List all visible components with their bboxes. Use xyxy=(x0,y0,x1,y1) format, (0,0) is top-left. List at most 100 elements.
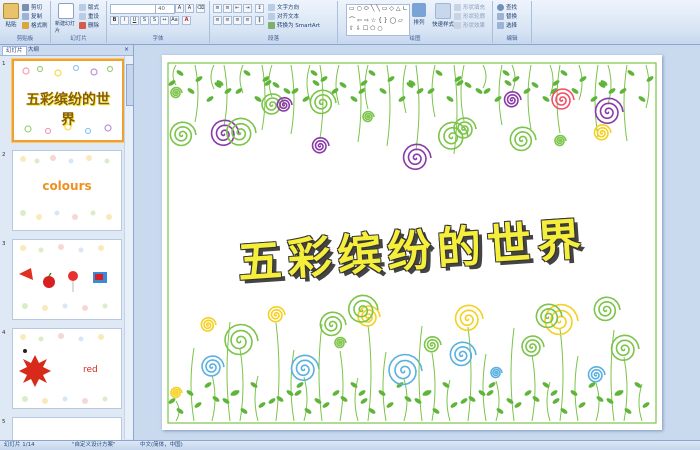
slide-thumbnail-5[interactable] xyxy=(12,417,122,441)
replace-button[interactable]: 替换 xyxy=(497,12,517,20)
panel-scrollbar[interactable] xyxy=(124,56,134,439)
arrange-icon xyxy=(412,3,426,17)
align-right-button[interactable]: ≡ xyxy=(233,16,242,25)
shape-outline-button[interactable]: 形状轮廓 xyxy=(454,12,485,20)
slide-1[interactable]: 五彩缤纷的世界 xyxy=(162,55,662,430)
editing-group-label: 编辑 xyxy=(506,36,518,42)
drawing-group: ▭ ○ ⬭ ╲ ╲ ▭ ◇ △ ∟ ⌒ ⇦ ⇨ ☆ { } ◯ ▱ ⇧ ⇩ ☐ … xyxy=(338,1,493,43)
align-left-button[interactable]: ≡ xyxy=(213,16,222,25)
slides-panel: 幻灯片 大纲 × 1 五彩缤纷的世界 2 colours 3 4 red 5 xyxy=(0,45,134,441)
font-size-input[interactable]: 40 xyxy=(155,4,175,14)
layout-button[interactable]: 版式 xyxy=(79,3,99,11)
effects-icon xyxy=(454,21,461,29)
paste-button[interactable]: 粘贴 xyxy=(3,3,19,28)
thumb-1-title: 五彩缤纷的世界 xyxy=(26,92,110,128)
slide-number: 2 xyxy=(2,152,6,158)
align-text-button[interactable]: 对齐文本 xyxy=(268,12,299,20)
grow-font-button[interactable]: A xyxy=(175,4,184,13)
close-icon[interactable]: × xyxy=(124,46,129,53)
align-center-button[interactable]: ≡ xyxy=(223,16,232,25)
decrease-indent-button[interactable]: ⇤ xyxy=(233,4,242,13)
slide-number: 4 xyxy=(2,330,6,336)
copy-icon xyxy=(22,12,29,20)
line-spacing-button[interactable]: ↕ xyxy=(255,4,264,13)
paint-splash-icon xyxy=(19,355,51,387)
cut-button[interactable]: 剪切 xyxy=(22,3,42,11)
columns-button[interactable]: ‖ xyxy=(255,16,264,25)
select-icon xyxy=(497,21,504,29)
italic-button[interactable]: I xyxy=(120,16,129,25)
drawing-group-label: 绘图 xyxy=(409,36,421,42)
outline-icon xyxy=(454,12,461,20)
text-direction-button[interactable]: 文字方向 xyxy=(268,3,299,11)
font-group: 40 A A ⌫ B I U S S ↔ Aa A 字体 xyxy=(107,1,210,43)
align-text-icon xyxy=(268,12,275,20)
shrink-font-button[interactable]: A xyxy=(185,4,194,13)
format-painter-button[interactable]: 格式刷 xyxy=(22,21,48,29)
justify-button[interactable]: ≡ xyxy=(243,16,252,25)
slide-thumbnail-3[interactable] xyxy=(12,239,122,320)
quick-styles-button[interactable]: 快速样式 xyxy=(432,3,454,28)
shape-effects-button[interactable]: 形状效果 xyxy=(454,21,485,29)
font-group-label: 字体 xyxy=(152,36,164,42)
slide-thumbnail-4[interactable]: red xyxy=(12,328,122,409)
new-slide-icon xyxy=(58,3,74,19)
slide-thumbnail-1[interactable]: 五彩缤纷的世界 xyxy=(12,59,124,142)
apple-icon xyxy=(43,276,55,288)
shapes-gallery[interactable]: ▭ ○ ⬭ ╲ ╲ ▭ ◇ △ ∟ ⌒ ⇦ ⇨ ☆ { } ◯ ▱ ⇧ ⇩ ☐ … xyxy=(346,4,410,36)
convert-smartart-button[interactable]: 转换为 SmartArt xyxy=(268,21,320,29)
scrollbar-thumb[interactable] xyxy=(126,64,134,106)
char-spacing-button[interactable]: ↔ xyxy=(160,16,169,25)
underline-button[interactable]: U xyxy=(130,16,139,25)
arrange-button[interactable]: 排列 xyxy=(412,3,426,26)
delete-slide-button[interactable]: 删除 xyxy=(79,21,99,29)
find-button[interactable]: 查找 xyxy=(497,3,517,11)
font-name-input[interactable] xyxy=(110,4,156,14)
find-icon xyxy=(497,3,504,11)
fill-icon xyxy=(454,3,461,11)
thumb-2-text: colours xyxy=(42,179,92,193)
thumb-3-decor xyxy=(19,244,108,311)
layout-icon xyxy=(79,3,86,11)
strikethrough-button[interactable]: S xyxy=(140,16,149,25)
tab-slides[interactable]: 幻灯片 xyxy=(2,46,27,55)
clipboard-group-label: 剪贴板 xyxy=(16,36,34,42)
numbering-button[interactable]: ≡ xyxy=(223,4,232,13)
paragraph-group: ≡ ≡ ⇤ ⇥ ↕ 文字方向 ≡ ≡ ≡ ≡ ‖ 对齐文本 转换为 SmartA… xyxy=(210,1,338,43)
clipboard-group: 粘贴 剪切 复制 格式刷 剪贴板 xyxy=(0,1,51,43)
new-slide-button[interactable]: 新建幻灯片 xyxy=(55,3,77,34)
slides-group-label: 幻灯片 xyxy=(70,36,87,42)
editing-group: 查找 替换 选择 编辑 xyxy=(493,1,532,43)
increase-indent-button[interactable]: ⇥ xyxy=(243,4,252,13)
slides-group: 新建幻灯片 版式 重设 删除 幻灯片 xyxy=(51,1,107,43)
smartart-icon xyxy=(268,21,275,29)
scissors-icon xyxy=(22,3,29,11)
ribbon: 粘贴 剪切 复制 格式刷 剪贴板 新建幻灯片 版式 重设 删除 幻灯片 40 A… xyxy=(0,0,700,45)
brush-icon xyxy=(22,21,29,29)
slide-number: 1 xyxy=(2,61,6,67)
text-direction-icon xyxy=(268,3,275,11)
select-button[interactable]: 选择 xyxy=(497,21,517,29)
paste-icon xyxy=(3,3,19,19)
thumb-4-text: red xyxy=(83,365,98,375)
shadow-button[interactable]: S xyxy=(150,16,159,25)
copy-button[interactable]: 复制 xyxy=(22,12,42,20)
replace-icon xyxy=(497,12,504,20)
fan-icon xyxy=(19,268,33,280)
font-color-button[interactable]: A xyxy=(182,16,191,25)
balloon-icon xyxy=(68,271,78,281)
bold-button[interactable]: B xyxy=(110,16,119,25)
shape-fill-button[interactable]: 形状填充 xyxy=(454,3,485,11)
paragraph-group-label: 段落 xyxy=(267,36,279,42)
reset-icon xyxy=(79,12,86,20)
tab-outline[interactable]: 大纲 xyxy=(25,46,42,54)
change-case-button[interactable]: Aa xyxy=(170,16,179,25)
bullets-button[interactable]: ≡ xyxy=(213,4,222,13)
slide-number: 3 xyxy=(2,241,6,247)
reset-button[interactable]: 重设 xyxy=(79,12,99,20)
slide-number: 5 xyxy=(2,419,6,425)
slide-thumbnail-2[interactable]: colours xyxy=(12,150,122,231)
clear-format-button[interactable]: ⌫ xyxy=(196,4,205,13)
thumb-4-decor xyxy=(19,333,108,404)
delete-icon xyxy=(79,21,86,29)
